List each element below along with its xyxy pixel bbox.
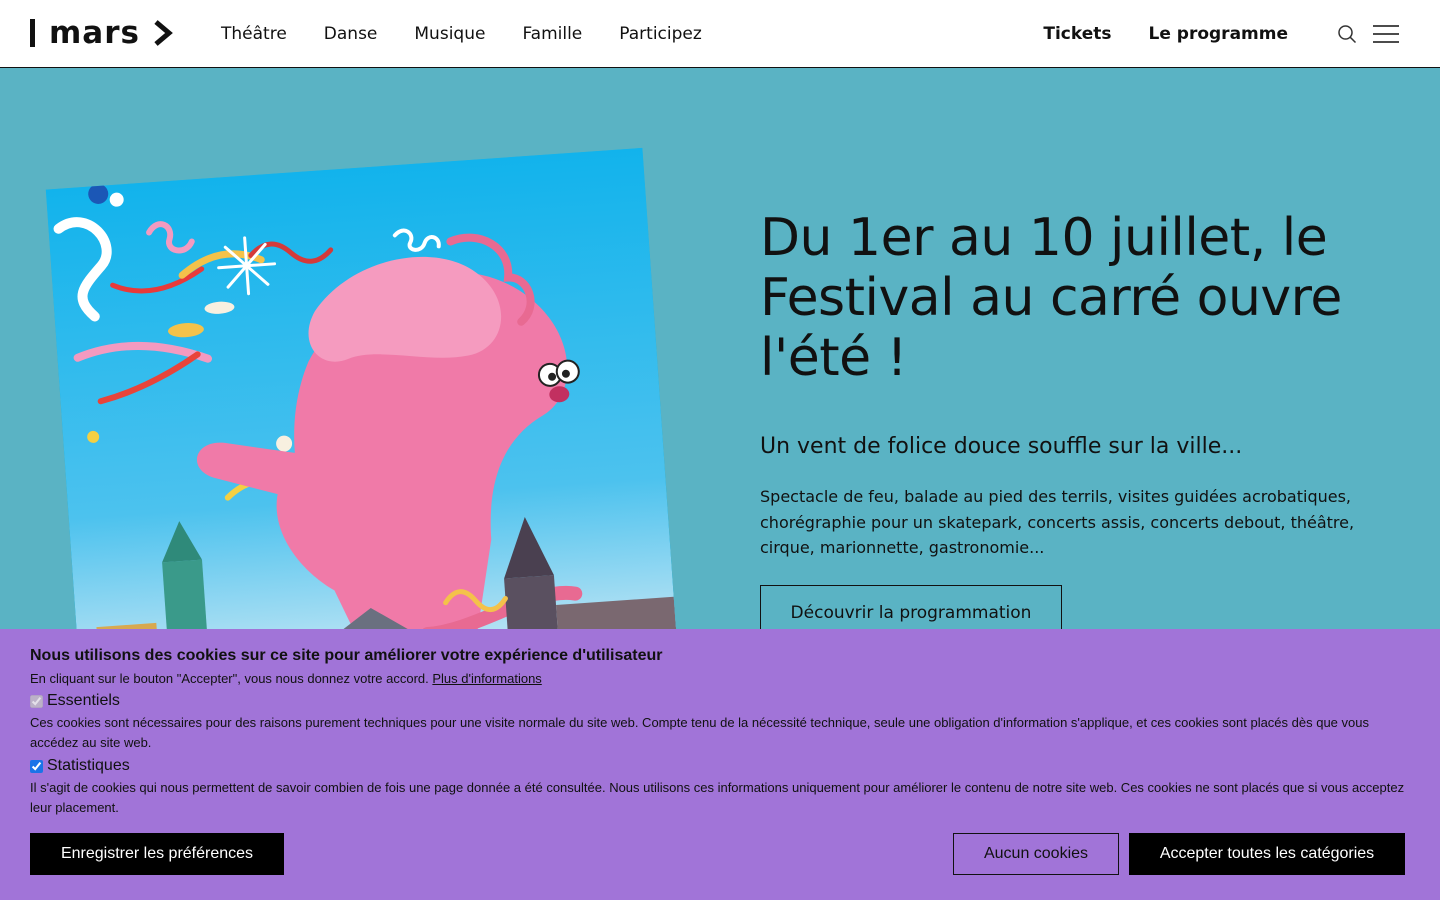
nav-item-theatre[interactable]: Théâtre (221, 24, 287, 44)
site-header: mars Théâtre Danse Musique Famille Parti… (0, 0, 1440, 68)
logo-bar (30, 19, 35, 47)
cookie-option-statistiques: Statistiques (30, 757, 1410, 775)
mars-logo[interactable]: mars (30, 15, 174, 51)
cookie-intro-text: En cliquant sur le bouton "Accepter", vo… (30, 671, 429, 686)
hero-subtitle: Un vent de folice douce souffle sur la v… (760, 434, 1243, 459)
hero-title: Du 1er au 10 juillet, le Festival au car… (760, 208, 1342, 388)
more-info-link[interactable]: Plus d'informations (432, 671, 541, 686)
logo-text: mars (49, 15, 140, 51)
cookie-option-essentiels: Essentiels (30, 692, 1410, 710)
essentiels-description: Ces cookies sont nécessaires pour des ra… (30, 715, 1369, 750)
tickets-link[interactable]: Tickets (1043, 24, 1111, 44)
hero-description: Spectacle de feu, balade au pied des ter… (760, 487, 1355, 557)
secondary-nav: Tickets Le programme (1006, 0, 1288, 68)
statistiques-description: Il s'agit de cookies qui nous permettent… (30, 780, 1405, 815)
programme-link[interactable]: Le programme (1149, 24, 1289, 44)
statistiques-checkbox[interactable] (30, 759, 43, 773)
accept-all-button[interactable]: Accepter toutes les catégories (1129, 833, 1405, 875)
hamburger-menu-icon[interactable] (1373, 24, 1399, 44)
search-icon[interactable] (1337, 24, 1357, 44)
nav-item-musique[interactable]: Musique (414, 24, 485, 44)
nav-item-participez[interactable]: Participez (619, 24, 702, 44)
main-nav: Théâtre Danse Musique Famille Participez (221, 0, 739, 68)
cookie-title: Nous utilisons des cookies sur ce site p… (30, 647, 663, 664)
no-cookies-button[interactable]: Aucun cookies (953, 833, 1119, 875)
statistiques-label: Statistiques (47, 757, 130, 774)
cookie-intro: En cliquant sur le bouton "Accepter", vo… (30, 671, 1410, 687)
essentiels-label: Essentiels (47, 692, 120, 709)
hero-content: Du 1er au 10 juillet, le Festival au car… (760, 208, 1400, 641)
essentiels-checkbox[interactable] (30, 694, 43, 708)
cookie-banner: Nous utilisons des cookies sur ce site p… (0, 629, 1440, 900)
chevron-right-icon (154, 20, 173, 46)
save-preferences-button[interactable]: Enregistrer les préférences (30, 833, 284, 875)
nav-item-famille[interactable]: Famille (522, 24, 582, 44)
nav-item-danse[interactable]: Danse (324, 24, 378, 44)
